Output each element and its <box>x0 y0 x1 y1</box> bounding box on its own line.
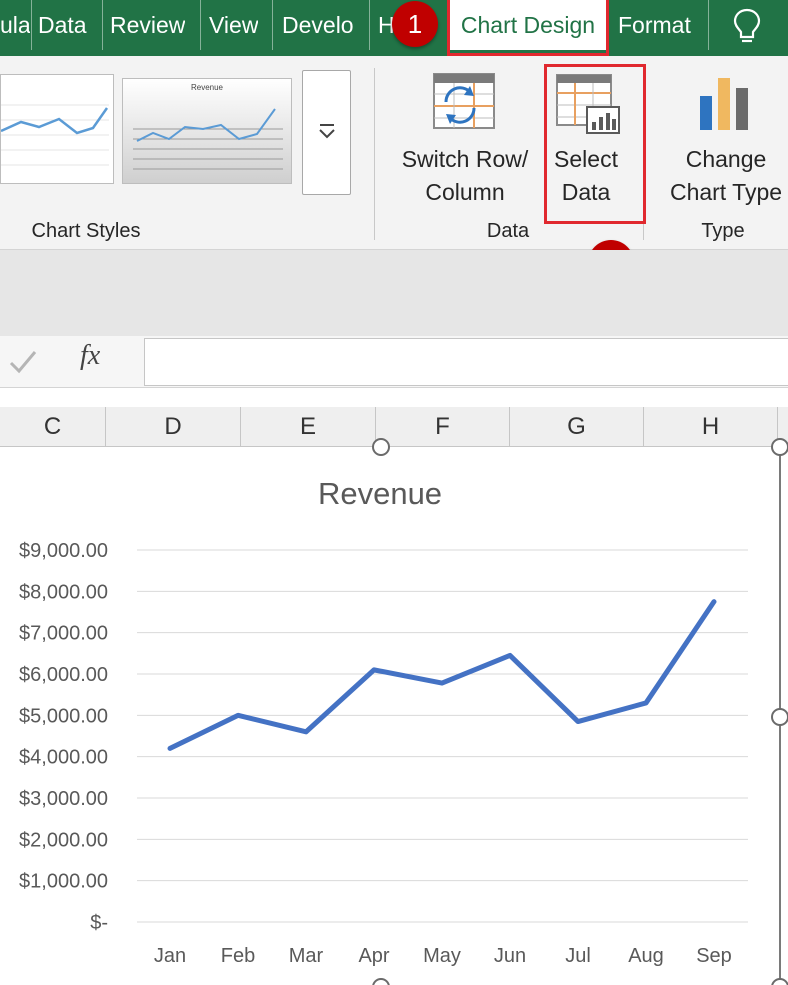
series-line <box>167 599 717 751</box>
tab-divider <box>102 0 103 50</box>
chart-plot-area: $- $1,000.00 $2,000.00 $3,000.00 $4,000.00 $5… <box>19 448 781 985</box>
x-tick-label: Sep <box>696 945 732 967</box>
y-tick-label: $1,000.00 <box>19 871 108 893</box>
chart-style-thumbnail-2[interactable]: Revenue <box>122 78 292 184</box>
resize-handle-top-right[interactable] <box>771 438 788 456</box>
chart-design-tab-highlight <box>447 0 609 56</box>
tab-formulas[interactable]: ula <box>0 0 30 50</box>
y-tick-label: $2,000.00 <box>19 829 108 851</box>
x-tick-label: Apr <box>358 945 389 967</box>
tab-divider <box>31 0 32 50</box>
chart-style-thumb-title: Revenue <box>190 83 224 92</box>
dropdown-more-icon <box>319 124 335 139</box>
chart-style-thumbnail-1[interactable] <box>0 74 114 184</box>
tab-view[interactable]: View <box>209 0 258 50</box>
y-tick-label: $7,000.00 <box>19 623 108 645</box>
switch-row-column-label-2: Column <box>425 179 505 205</box>
select-data-highlight <box>544 64 646 224</box>
tab-divider <box>708 0 709 50</box>
y-tick-label: $5,000.00 <box>19 705 108 727</box>
switch-row-column-button[interactable]: Switch Row/ Column <box>392 70 538 210</box>
x-tick-label: May <box>423 945 461 967</box>
type-group-label: Type <box>701 220 745 242</box>
formula-bar: fx <box>0 336 788 388</box>
tab-developer[interactable]: Develo <box>282 0 364 50</box>
x-tick-label: Jul <box>565 945 591 967</box>
chart-style-preview-1 <box>0 104 109 166</box>
column-header-c[interactable]: C <box>0 407 106 447</box>
ribbon-panel: Revenue Chart Styles Switch Row/ Column <box>0 56 788 250</box>
tab-divider <box>200 0 201 50</box>
column-header-f[interactable]: F <box>376 407 510 447</box>
switch-row-column-label-1: Switch Row/ <box>401 146 529 172</box>
y-tick-label: $- <box>90 912 108 934</box>
y-tick-label: $8,000.00 <box>19 581 108 603</box>
y-tick-label: $6,000.00 <box>19 664 108 686</box>
x-tick-label: Feb <box>221 945 255 967</box>
more-chart-styles-button[interactable] <box>302 70 351 195</box>
y-tick-label: $4,000.00 <box>19 747 108 769</box>
group-divider <box>374 68 375 240</box>
y-tick-label: $9,000.00 <box>19 540 108 562</box>
tab-format[interactable]: Format <box>618 0 691 50</box>
resize-handle-top[interactable] <box>372 438 390 456</box>
tab-data[interactable]: Data <box>38 0 87 50</box>
column-header-h[interactable]: H <box>644 407 778 447</box>
switch-row-column-icon <box>433 73 495 129</box>
tab-review[interactable]: Review <box>110 0 185 50</box>
x-tick-label: Mar <box>289 945 324 967</box>
x-tick-label: Aug <box>628 945 664 967</box>
column-header-d[interactable]: D <box>106 407 241 447</box>
resize-handle-right[interactable] <box>771 708 788 726</box>
chart-title[interactable]: Revenue <box>260 476 500 512</box>
ribbon-footer-band <box>0 250 788 336</box>
chart-styles-group-label: Chart Styles <box>31 220 141 242</box>
column-headers: C D E F G H <box>0 407 788 447</box>
x-tick-label: Jan <box>154 945 186 967</box>
revenue-chart[interactable]: $- $1,000.00 $2,000.00 $3,000.00 $4,000.00 $5… <box>0 438 788 985</box>
resize-handle-bottom-right[interactable] <box>771 978 788 985</box>
change-chart-type-label-2: Chart Type <box>669 179 783 205</box>
chart-style-preview-2 <box>123 79 291 183</box>
formula-input[interactable] <box>144 338 788 386</box>
column-header-e[interactable]: E <box>241 407 376 447</box>
enter-checkmark-icon[interactable] <box>8 348 38 376</box>
change-chart-type-button[interactable]: Change Chart Type <box>664 70 788 210</box>
lightbulb-icon[interactable] <box>730 6 764 46</box>
tab-divider <box>369 0 370 50</box>
x-tick-label: Jun <box>494 945 526 967</box>
change-chart-type-label-1: Change <box>685 146 767 172</box>
step-badge-1: 1 <box>392 1 438 47</box>
column-header-g[interactable]: G <box>510 407 644 447</box>
y-tick-label: $3,000.00 <box>19 788 108 810</box>
tab-divider <box>272 0 273 50</box>
change-chart-type-icon <box>700 78 748 130</box>
insert-function-button[interactable]: fx <box>80 340 100 372</box>
